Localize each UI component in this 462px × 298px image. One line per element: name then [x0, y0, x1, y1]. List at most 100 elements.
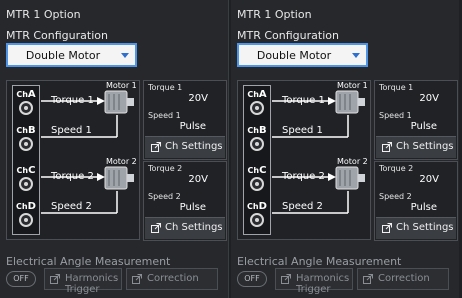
signal-label-torque-1: Torque 1 — [51, 95, 94, 106]
ch-settings-button[interactable]: Ch Settings — [145, 217, 225, 239]
channel-letter: C — [259, 165, 267, 176]
channel-card-2: Torque 2 20V Speed 2 Pulse Ch Settings — [143, 161, 227, 241]
ch-settings-button[interactable]: Ch Settings — [376, 136, 456, 158]
bnc-connector-icon — [19, 177, 33, 191]
mtr-configuration-dropdown[interactable]: Double Motor — [237, 43, 368, 67]
card-sub-label: Speed 1 — [148, 111, 181, 120]
signal-label-torque-1: Torque 1 — [282, 95, 325, 106]
channel-b: ChB — [244, 125, 270, 151]
card-sub-label: Speed 2 — [379, 192, 412, 201]
card-range-value: 20V — [188, 174, 208, 185]
panel-title: MTR 1 Option — [6, 8, 81, 21]
dropdown-value: Double Motor — [25, 49, 101, 62]
channel-prefix: Ch — [247, 202, 259, 211]
ch-settings-button[interactable]: Ch Settings — [145, 136, 225, 158]
ch-settings-label: Ch Settings — [165, 222, 223, 233]
motor-icon — [335, 166, 365, 190]
channel-connector-column: ChA ChB ChC ChD — [12, 85, 40, 235]
channel-letter: C — [28, 165, 36, 176]
signal-label-torque-2: Torque 2 — [51, 171, 94, 182]
mtr-configuration-label: MTR Configuration — [237, 29, 339, 42]
channel-letter: D — [258, 201, 267, 212]
motor-icon — [335, 90, 365, 114]
external-link-icon — [382, 223, 392, 233]
external-link-icon — [151, 223, 161, 233]
ch-settings-label: Ch Settings — [396, 222, 454, 233]
channel-prefix: Ch — [247, 126, 259, 135]
channel-letter: B — [27, 125, 36, 136]
correction-label: Correction — [147, 273, 199, 284]
bnc-connector-icon — [250, 137, 264, 151]
electrical-angle-label: Electrical Angle Measurement — [237, 255, 402, 268]
chevron-down-icon — [352, 53, 360, 58]
channel-card-1: Torque 1 20V Speed 1 Pulse Ch Settings — [374, 80, 458, 160]
channel-prefix: Ch — [16, 202, 28, 211]
channel-letter: D — [27, 201, 36, 212]
channel-prefix: Ch — [247, 166, 260, 175]
card-title: Torque 1 — [379, 83, 414, 92]
card-sub-value: Pulse — [410, 121, 437, 132]
motor-1-label: Motor 1 — [337, 81, 368, 90]
channel-letter: A — [258, 89, 267, 100]
panel-title: MTR 1 Option — [237, 8, 312, 21]
correction-button[interactable]: Correction — [126, 268, 218, 290]
external-link-icon — [382, 142, 392, 152]
channel-d: ChD — [244, 201, 270, 227]
harmonics-trigger-label: Harmonics Trigger — [65, 273, 119, 295]
card-title: Torque 2 — [379, 164, 414, 173]
dropdown-value: Double Motor — [256, 49, 332, 62]
bnc-connector-icon — [250, 213, 264, 227]
card-range-value: 20V — [188, 93, 208, 104]
channel-card-2: Torque 2 20V Speed 2 Pulse Ch Settings — [374, 161, 458, 241]
wiring-diagram: ChA ChB ChC ChD Torque 1 Speed 1 Torque … — [6, 80, 140, 240]
electrical-angle-toggle[interactable]: OFF — [6, 271, 36, 287]
channel-letter: B — [258, 125, 267, 136]
external-link-icon — [50, 274, 60, 284]
motor-1-label: Motor 1 — [106, 81, 137, 90]
channel-d: ChD — [13, 201, 39, 227]
external-link-icon — [281, 274, 291, 284]
bnc-connector-icon — [250, 177, 264, 191]
signal-label-torque-2: Torque 2 — [282, 171, 325, 182]
external-link-icon — [363, 274, 373, 284]
mtr-configuration-label: MTR Configuration — [6, 29, 108, 42]
card-sub-label: Speed 1 — [379, 111, 412, 120]
correction-label: Correction — [378, 273, 430, 284]
ch-settings-label: Ch Settings — [165, 141, 223, 152]
channel-prefix: Ch — [16, 166, 29, 175]
bnc-connector-icon — [19, 101, 33, 115]
external-link-icon — [132, 274, 142, 284]
electrical-angle-toggle[interactable]: OFF — [237, 271, 267, 287]
card-sub-label: Speed 2 — [148, 192, 181, 201]
channel-prefix: Ch — [16, 90, 28, 99]
harmonics-trigger-button[interactable]: Harmonics Trigger — [44, 268, 122, 295]
external-link-icon — [151, 142, 161, 152]
mtr-option-panel-left: MTR 1 Option MTR Configuration Double Mo… — [0, 0, 229, 298]
signal-label-speed-1: Speed 1 — [51, 125, 92, 136]
correction-button[interactable]: Correction — [357, 268, 449, 290]
channel-c: ChC — [244, 165, 270, 191]
channel-letter: A — [27, 89, 36, 100]
channel-prefix: Ch — [247, 90, 259, 99]
channel-b: ChB — [13, 125, 39, 151]
motor-2-label: Motor 2 — [106, 157, 137, 166]
card-sub-value: Pulse — [179, 121, 206, 132]
bnc-connector-icon — [250, 101, 264, 115]
electrical-angle-label: Electrical Angle Measurement — [6, 255, 171, 268]
chevron-down-icon — [121, 53, 129, 58]
harmonics-trigger-button[interactable]: Harmonics Trigger — [275, 268, 353, 295]
channel-a: ChA — [13, 89, 39, 115]
wiring-diagram: ChA ChB ChC ChD Torque 1 Speed 1 Torque … — [237, 80, 371, 240]
card-title: Torque 1 — [148, 83, 183, 92]
signal-label-speed-1: Speed 1 — [282, 125, 323, 136]
ch-settings-label: Ch Settings — [396, 141, 454, 152]
card-title: Torque 2 — [148, 164, 183, 173]
bnc-connector-icon — [19, 213, 33, 227]
bnc-connector-icon — [19, 137, 33, 151]
mtr-configuration-dropdown[interactable]: Double Motor — [6, 43, 137, 67]
card-sub-value: Pulse — [179, 202, 206, 213]
channel-connector-column: ChA ChB ChC ChD — [243, 85, 271, 235]
signal-label-speed-2: Speed 2 — [51, 201, 92, 212]
ch-settings-button[interactable]: Ch Settings — [376, 217, 456, 239]
harmonics-trigger-label: Harmonics Trigger — [296, 273, 350, 295]
